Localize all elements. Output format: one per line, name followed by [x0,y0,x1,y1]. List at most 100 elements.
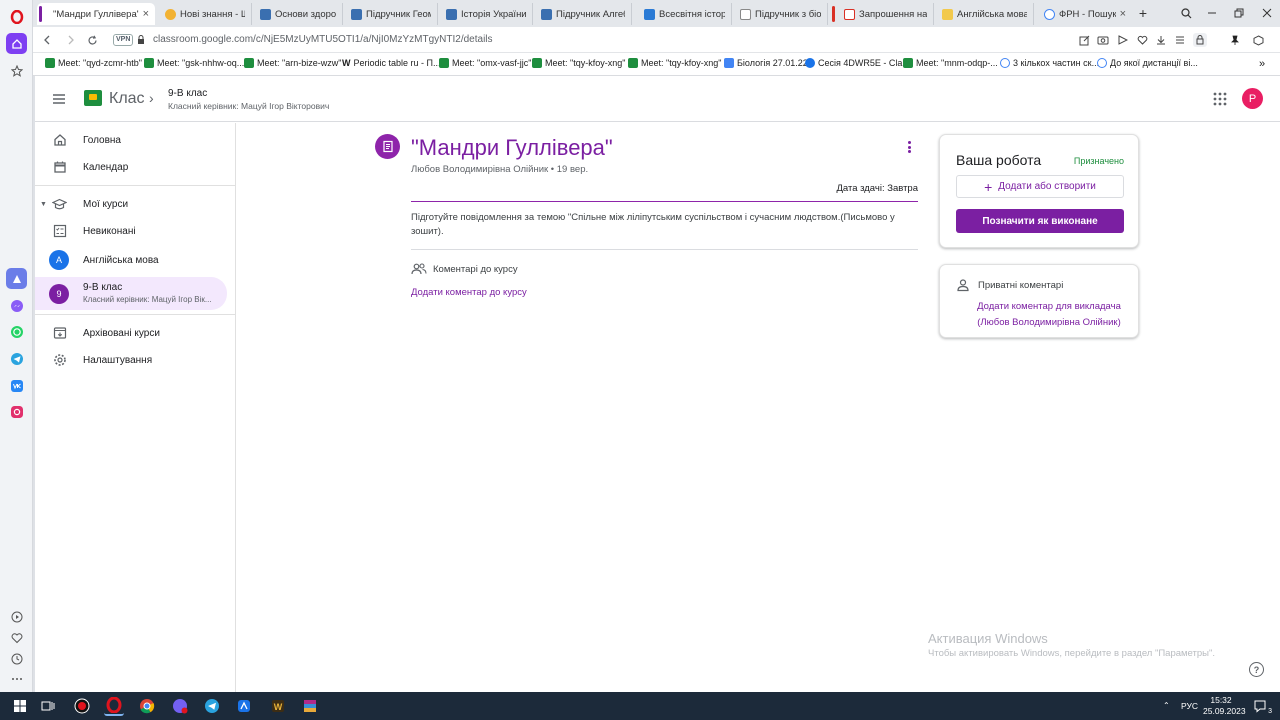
home-icon [52,133,67,148]
telegram-icon[interactable] [6,348,27,369]
pin-icon[interactable] [1228,33,1242,47]
bookmark-meet-6[interactable]: Meet: "tqy-kfoy-xng" [628,58,721,68]
tab-frn-search[interactable]: ФРН - Пошук Goo × [1036,3,1132,25]
viber-icon[interactable] [170,696,190,716]
camera-icon[interactable] [1096,33,1110,47]
tab-istoriia-ukrainy[interactable]: Історія України 9 к [438,3,533,25]
heart-icon[interactable] [6,627,27,648]
search-tabs-icon[interactable] [1177,5,1195,21]
app-tool-icon[interactable] [234,696,254,716]
tab-geometry[interactable]: Підручник Геометр [343,3,438,25]
bookmark-meet-5[interactable]: Meet: "tqy-kfoy-xng" [532,58,625,68]
main-menu-icon[interactable] [51,91,67,107]
tab-mandry-gullivera[interactable]: "Мандри Гуллівера" × [37,3,155,25]
url-text[interactable]: classroom.google.com/c/NjE5MzUyMTU5OTI1/… [153,34,493,45]
bookmark-biology[interactable]: Біологія 27.01.22 [724,58,808,68]
tab-novi-znannia[interactable]: Нові знання - Щоде [157,3,252,25]
opera-taskbar-icon[interactable] [104,696,124,716]
notifications-icon[interactable]: 3 [1250,696,1272,716]
close-tab-icon[interactable]: × [1120,8,1126,20]
forward-icon[interactable] [63,32,79,48]
history-icon[interactable] [6,648,27,669]
send-icon[interactable] [1116,33,1130,47]
more-options-icon[interactable] [902,139,916,155]
bookmarks-overflow-icon[interactable]: » [1259,58,1265,70]
windows-activation-title: Активация Windows [928,631,1048,646]
restore-icon[interactable] [1230,5,1248,21]
bookmark-label: Meet: "mnm-odqp-... [916,58,998,68]
more-icon[interactable] [6,668,27,689]
breadcrumb-course-name[interactable]: 9-В клас [168,88,207,99]
add-or-create-button[interactable]: + Додати або створити [956,175,1124,198]
edit-icon[interactable] [1077,33,1091,47]
sidebar-item-english[interactable]: A Англійська мова [35,245,227,275]
tab-osnovy-zdorovia[interactable]: Основи здоров'я 9 - [252,3,343,25]
close-tab-icon[interactable]: × [143,8,149,20]
sidebar-item-todo[interactable]: Невиконані [35,216,227,246]
bookmark-meet-1[interactable]: Meet: "qyd-zcmr-htb" [45,58,142,68]
heart-bookmark-icon[interactable] [1135,33,1149,47]
help-icon[interactable]: ? [1249,662,1264,677]
due-date: Дата здачі: Завтра [836,183,918,194]
chrome-icon[interactable] [137,696,157,716]
extensions-icon[interactable] [1251,33,1265,47]
star-icon[interactable] [6,60,27,81]
sidebar-item-settings[interactable]: Налаштування [35,345,227,375]
app-title[interactable]: Клас [109,90,145,108]
bookmark-label: Meet: "tqy-kfoy-xng" [641,58,722,68]
tab-english[interactable]: Англійська мова [934,3,1034,25]
messenger-icon[interactable] [6,295,27,316]
account-avatar[interactable]: P [1242,88,1263,109]
sidebar-item-home[interactable]: Головна [35,125,227,155]
opera-logo-icon[interactable] [6,6,27,27]
sidebar-item-my-courses[interactable]: ▼ Мої курси [35,189,227,219]
winrar-icon[interactable] [300,696,320,716]
bookmark-meet-3[interactable]: Meet: "arn-bize-wzw" [244,58,341,68]
download-icon[interactable] [1154,33,1168,47]
windows-start-icon[interactable] [10,696,30,716]
vpn-badge[interactable]: VPN [113,34,134,46]
back-icon[interactable] [39,32,55,48]
lock-icon[interactable] [137,34,145,48]
caret-down-icon[interactable]: ▼ [40,201,47,208]
bookmark-google-1[interactable]: 3 кількох частин ск... [1000,58,1099,68]
vk-icon[interactable] [6,375,27,396]
classroom-logo-icon[interactable] [84,90,102,106]
keyboard-language[interactable]: РУС [1181,701,1198,711]
bookmark-session[interactable]: Сесія 4DWR5E - Cla... [805,58,910,68]
google-apps-icon[interactable] [1213,92,1227,106]
record-app-icon[interactable] [72,696,92,716]
close-window-icon[interactable] [1258,5,1276,21]
whatsapp-icon[interactable] [6,321,27,342]
sidebar: Головна Календар ▼ Мої курси Невиконані … [35,123,236,692]
sidebar-item-9v-class[interactable]: 9 9-В клас Класний керівник: Мацуй Ігор … [35,277,227,310]
new-tab-button[interactable]: + [1134,5,1152,21]
tab-algebra[interactable]: Підручник Алгебра [533,3,632,25]
bookmark-meet-2[interactable]: Meet: "gsk-nhhw-oq... [144,58,244,68]
bookmark-meet-4[interactable]: Meet: "omx-vasf-jjc" [439,58,531,68]
reload-icon[interactable] [84,32,100,48]
minimize-icon[interactable] [1203,5,1221,21]
sidebar-item-archived[interactable]: Архівовані курси [35,318,227,348]
wallet-icon[interactable] [1193,33,1207,47]
game-app-icon[interactable]: W [268,696,288,716]
player-icon[interactable] [6,606,27,627]
easy-setup-icon[interactable] [1173,33,1187,47]
add-private-comment-link[interactable]: Додати коментар для викладача (Любов Вол… [964,299,1134,331]
tab-biology[interactable]: Підручник з біологі [732,3,828,25]
task-view-icon[interactable] [38,696,58,716]
tab-vsesvitnia-istoriia[interactable]: Всесвітня історія 9 к [636,3,732,25]
home-icon[interactable] [6,33,27,54]
bookmark-meet-7[interactable]: Meet: "mnm-odqp-... [903,58,998,68]
telegram-taskbar-icon[interactable] [202,696,222,716]
bookmark-google-2[interactable]: До якої дистанції ві... [1097,58,1198,68]
aria-icon[interactable] [6,268,27,289]
bookmark-periodic-table[interactable]: W Periodic table ru - П... [342,58,441,68]
taskbar-clock[interactable]: 15:32 25.09.2023 [1203,695,1246,717]
instagram-icon[interactable] [6,401,27,422]
tab-invitation[interactable]: Запрошення на кур [832,3,934,25]
sidebar-item-calendar[interactable]: Календар [35,152,227,182]
mark-as-done-button[interactable]: Позначити як виконане [956,209,1124,233]
add-class-comment-link[interactable]: Додати коментар до курсу [411,287,527,298]
tray-chevron-icon[interactable]: ⌃ [1163,701,1170,710]
